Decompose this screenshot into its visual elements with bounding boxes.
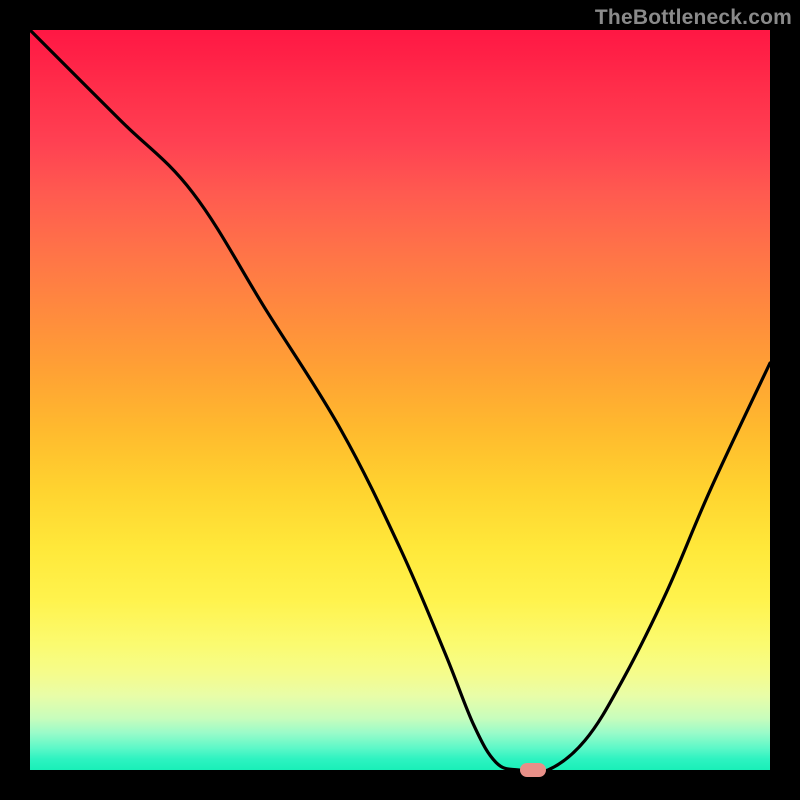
chart-container: TheBottleneck.com [0, 0, 800, 800]
optimal-marker [520, 763, 546, 777]
watermark-label: TheBottleneck.com [595, 6, 792, 30]
bottleneck-curve [30, 30, 770, 770]
plot-area [30, 30, 770, 770]
